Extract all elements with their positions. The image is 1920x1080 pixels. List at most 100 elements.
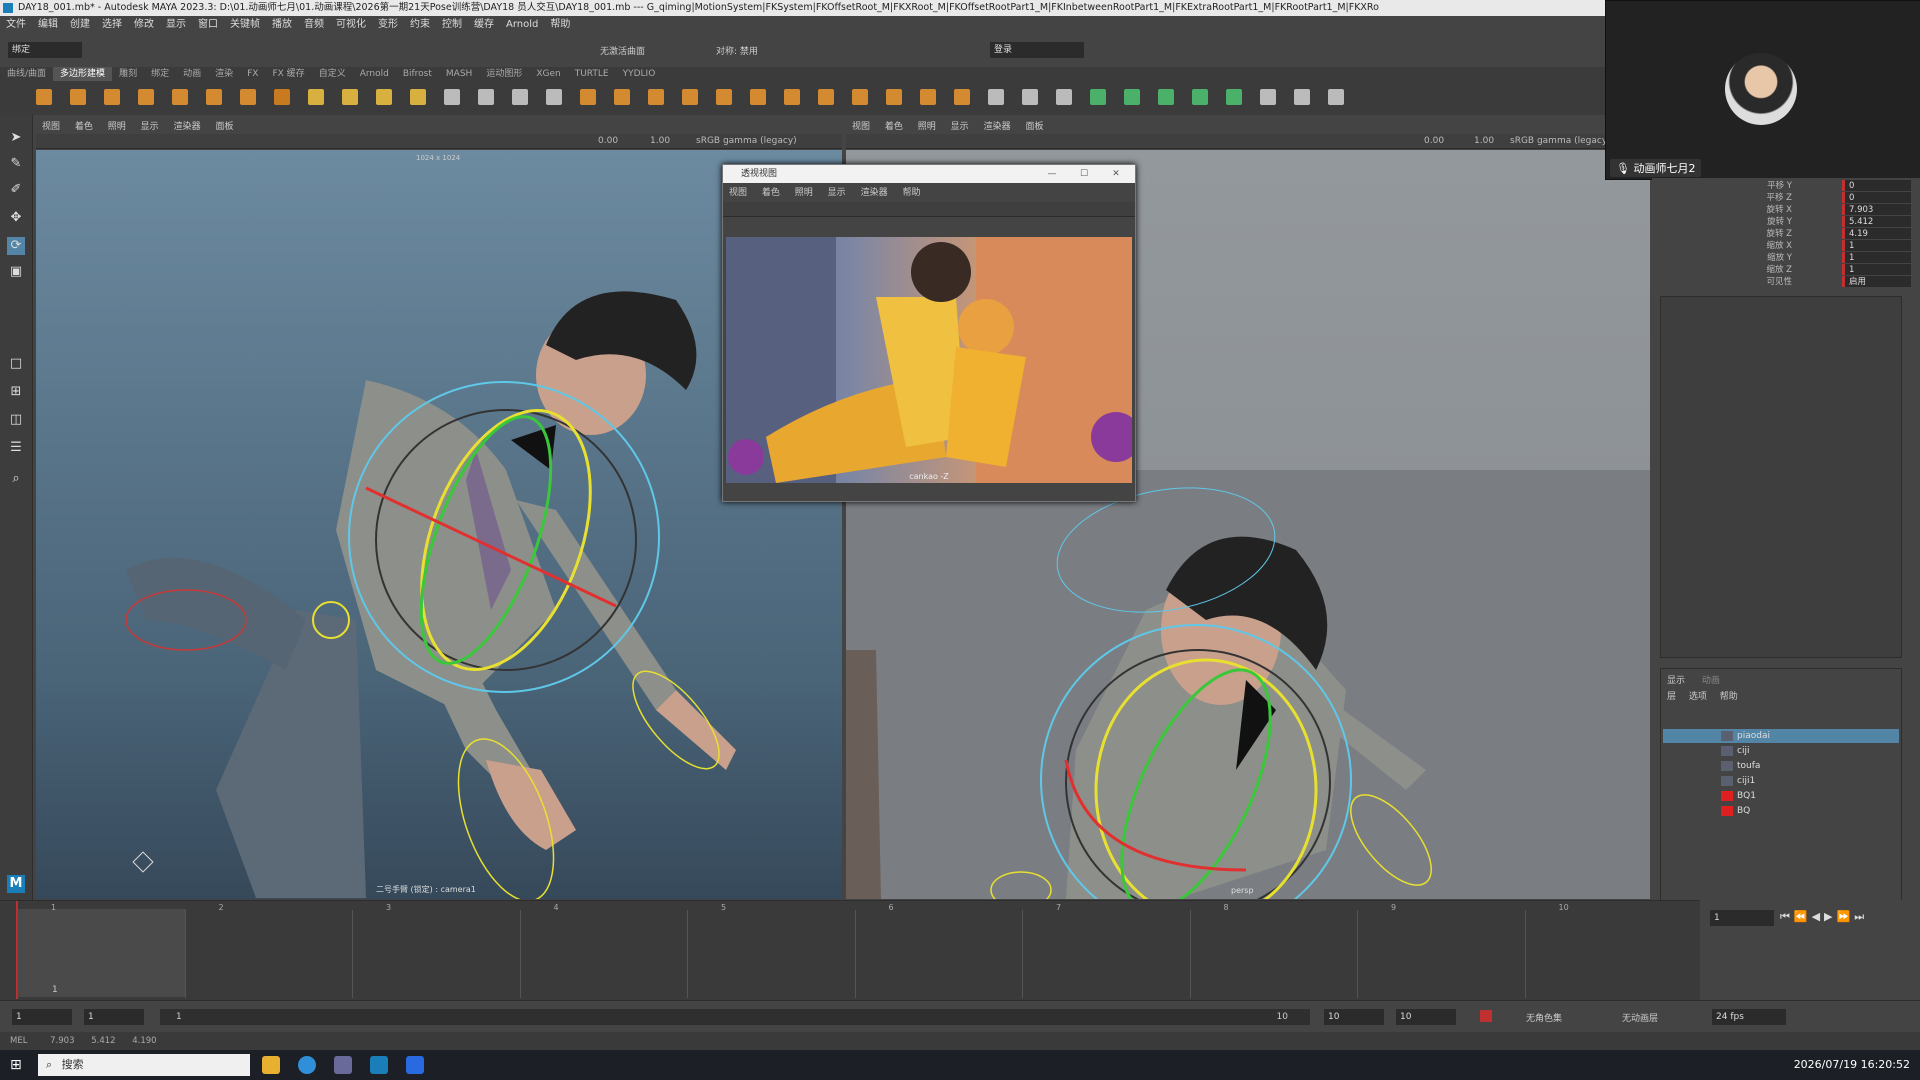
shelf-tool-icon[interactable] — [988, 89, 1004, 105]
vp2-menu-panels[interactable]: 面板 — [1025, 122, 1043, 132]
rotate-tool-icon[interactable]: ⟳ — [7, 237, 25, 255]
layer-menu-options[interactable]: 选项 — [1689, 692, 1707, 702]
shelf-tool-icon[interactable] — [580, 89, 596, 105]
vp1-menu-lighting[interactable]: 照明 — [108, 122, 126, 132]
menu-item-12[interactable]: 约束 — [410, 19, 430, 30]
vp2-menu-shading[interactable]: 着色 — [885, 122, 903, 132]
channel-value[interactable]: 4.19 — [1842, 228, 1911, 239]
shelf-tab-9[interactable]: Arnold — [353, 67, 396, 81]
menu-item-4[interactable]: 修改 — [134, 19, 154, 30]
shelf-tool-icon[interactable] — [104, 89, 120, 105]
select-tool-icon[interactable]: ➤ — [7, 129, 25, 147]
menu-item-2[interactable]: 创建 — [70, 19, 90, 30]
lasso-tool-icon[interactable]: ✎ — [7, 155, 25, 173]
scale-tool-icon[interactable]: ▣ — [7, 263, 25, 281]
shelf-tool-icon[interactable] — [342, 89, 358, 105]
menu-item-1[interactable]: 编辑 — [38, 19, 58, 30]
menu-item-7[interactable]: 关键帧 — [230, 19, 260, 30]
shelf-tool-icon[interactable] — [1158, 89, 1174, 105]
shelf-tab-3[interactable]: 绑定 — [144, 67, 176, 81]
channel-value[interactable]: 7.903 — [1842, 204, 1911, 215]
channel-row[interactable]: 平移 Z 0 — [1652, 192, 1911, 204]
shelf-tool-icon[interactable] — [172, 89, 188, 105]
command-language-label[interactable]: MEL — [10, 1036, 27, 1046]
layer-color-swatch[interactable] — [1721, 806, 1733, 816]
app-icon[interactable] — [334, 1056, 352, 1074]
meeting-app-icon[interactable] — [406, 1056, 424, 1074]
shelf-tab-0[interactable]: 曲线/曲面 — [0, 67, 53, 81]
anim-layer-dropdown[interactable]: 无动画层 — [1622, 1011, 1658, 1024]
shelf-tool-icon[interactable] — [444, 89, 460, 105]
character-set-dropdown[interactable]: 无角色集 — [1526, 1011, 1562, 1024]
shelf-tab-12[interactable]: 运动图形 — [479, 67, 529, 81]
menu-item-15[interactable]: Arnold — [506, 19, 538, 30]
channel-row[interactable]: 可见性 启用 — [1652, 276, 1911, 288]
move-tool-icon[interactable]: ✥ — [7, 209, 25, 227]
layer-row[interactable]: BQ — [1663, 804, 1899, 818]
shelf-tool-icon[interactable] — [1294, 89, 1310, 105]
channel-row[interactable]: 旋转 X 7.903 — [1652, 204, 1911, 216]
vp1-menu-panels[interactable]: 面板 — [215, 122, 233, 132]
shelf-tab-1[interactable]: 多边形建模 — [53, 67, 113, 81]
shelf-tool-icon[interactable] — [852, 89, 868, 105]
menu-item-13[interactable]: 控制 — [442, 19, 462, 30]
shelf-tool-icon[interactable] — [206, 89, 222, 105]
anim-start-field[interactable]: 1 — [12, 1009, 72, 1025]
fps-dropdown[interactable]: 24 fps — [1712, 1009, 1786, 1025]
current-frame-field[interactable]: 1 — [1710, 910, 1774, 926]
vp1-menu-show[interactable]: 显示 — [141, 122, 159, 132]
shelf-tab-11[interactable]: MASH — [439, 67, 479, 81]
ref-window-titlebar[interactable]: 透视视图 — ☐ ✕ — [723, 165, 1135, 183]
channel-value[interactable]: 1 — [1842, 240, 1911, 251]
chrome-icon[interactable] — [298, 1056, 316, 1074]
layer-row[interactable]: BQ1 — [1663, 789, 1899, 803]
layer-row[interactable]: ciji — [1663, 744, 1899, 758]
vp2-exposure-value[interactable]: 0.00 — [1424, 134, 1444, 148]
ref-menu-help[interactable]: 帮助 — [902, 188, 920, 198]
shelf-tool-icon[interactable] — [36, 89, 52, 105]
shelf-tab-4[interactable]: 动画 — [176, 67, 208, 81]
vp1-menu-view[interactable]: 视图 — [42, 122, 60, 132]
shelf-tool-icon[interactable] — [784, 89, 800, 105]
layer-menu-layers[interactable]: 层 — [1667, 692, 1676, 702]
vp2-menu-lighting[interactable]: 照明 — [918, 122, 936, 132]
shelf-tool-icon[interactable] — [1124, 89, 1140, 105]
range-slider[interactable]: 1 10 — [160, 1009, 1310, 1025]
channel-row[interactable]: 旋转 Z 4.19 — [1652, 228, 1911, 240]
channel-value[interactable]: 1 — [1842, 264, 1911, 275]
menu-item-0[interactable]: 文件 — [6, 19, 26, 30]
shelf-tab-6[interactable]: FX — [240, 67, 265, 81]
vp2-gamma-value[interactable]: 1.00 — [1474, 134, 1494, 148]
vp1-color-space[interactable]: sRGB gamma (legacy) — [696, 134, 797, 148]
channel-row[interactable]: 平移 Y 0 — [1652, 180, 1911, 192]
shelf-tool-icon[interactable] — [376, 89, 392, 105]
shelf-tool-icon[interactable] — [750, 89, 766, 105]
layer-color-swatch[interactable] — [1721, 746, 1733, 756]
playback-end-field[interactable]: 10 — [1324, 1009, 1384, 1025]
command-line[interactable]: MEL 7.903 5.412 4.190 — [0, 1032, 1920, 1050]
maximize-icon[interactable]: ☐ — [1073, 165, 1095, 183]
search-icon[interactable]: ⌕ — [7, 470, 25, 488]
vp1-menu-shading[interactable]: 着色 — [75, 122, 93, 132]
shelf-tab-7[interactable]: FX 缓存 — [265, 67, 311, 81]
paint-select-icon[interactable]: ✐ — [7, 181, 25, 199]
shelf-tab-15[interactable]: YYDLIO — [616, 67, 663, 81]
symmetry-surface-label[interactable]: 无激活曲面 — [600, 44, 645, 57]
layer-color-swatch[interactable] — [1721, 731, 1733, 741]
shelf-tool-icon[interactable] — [818, 89, 834, 105]
shelf-tool-icon[interactable] — [716, 89, 732, 105]
ref-menu-lighting[interactable]: 照明 — [795, 188, 813, 198]
reference-view-window[interactable]: 透视视图 — ☐ ✕ 视图 着色 照明 显示 渲染器 帮助 cankao -Z — [722, 164, 1136, 502]
anim-end-field[interactable]: 10 — [1396, 1009, 1456, 1025]
time-slider[interactable]: 1 1 2 3 4 5 6 7 8 9 10 — [0, 900, 1700, 1001]
vp2-color-space[interactable]: sRGB gamma (legacy) — [1510, 134, 1611, 148]
ref-menu-renderer[interactable]: 渲染器 — [861, 188, 888, 198]
vp1-menu-renderer[interactable]: 渲染器 — [174, 122, 201, 132]
layer-menu-help[interactable]: 帮助 — [1720, 692, 1738, 702]
vp2-menu-renderer[interactable]: 渲染器 — [984, 122, 1011, 132]
close-icon[interactable]: ✕ — [1105, 165, 1127, 183]
shelf-tool-icon[interactable] — [954, 89, 970, 105]
shelf-tool-icon[interactable] — [410, 89, 426, 105]
shelf-tool-icon[interactable] — [1328, 89, 1344, 105]
shelf-tab-13[interactable]: XGen — [529, 67, 567, 81]
